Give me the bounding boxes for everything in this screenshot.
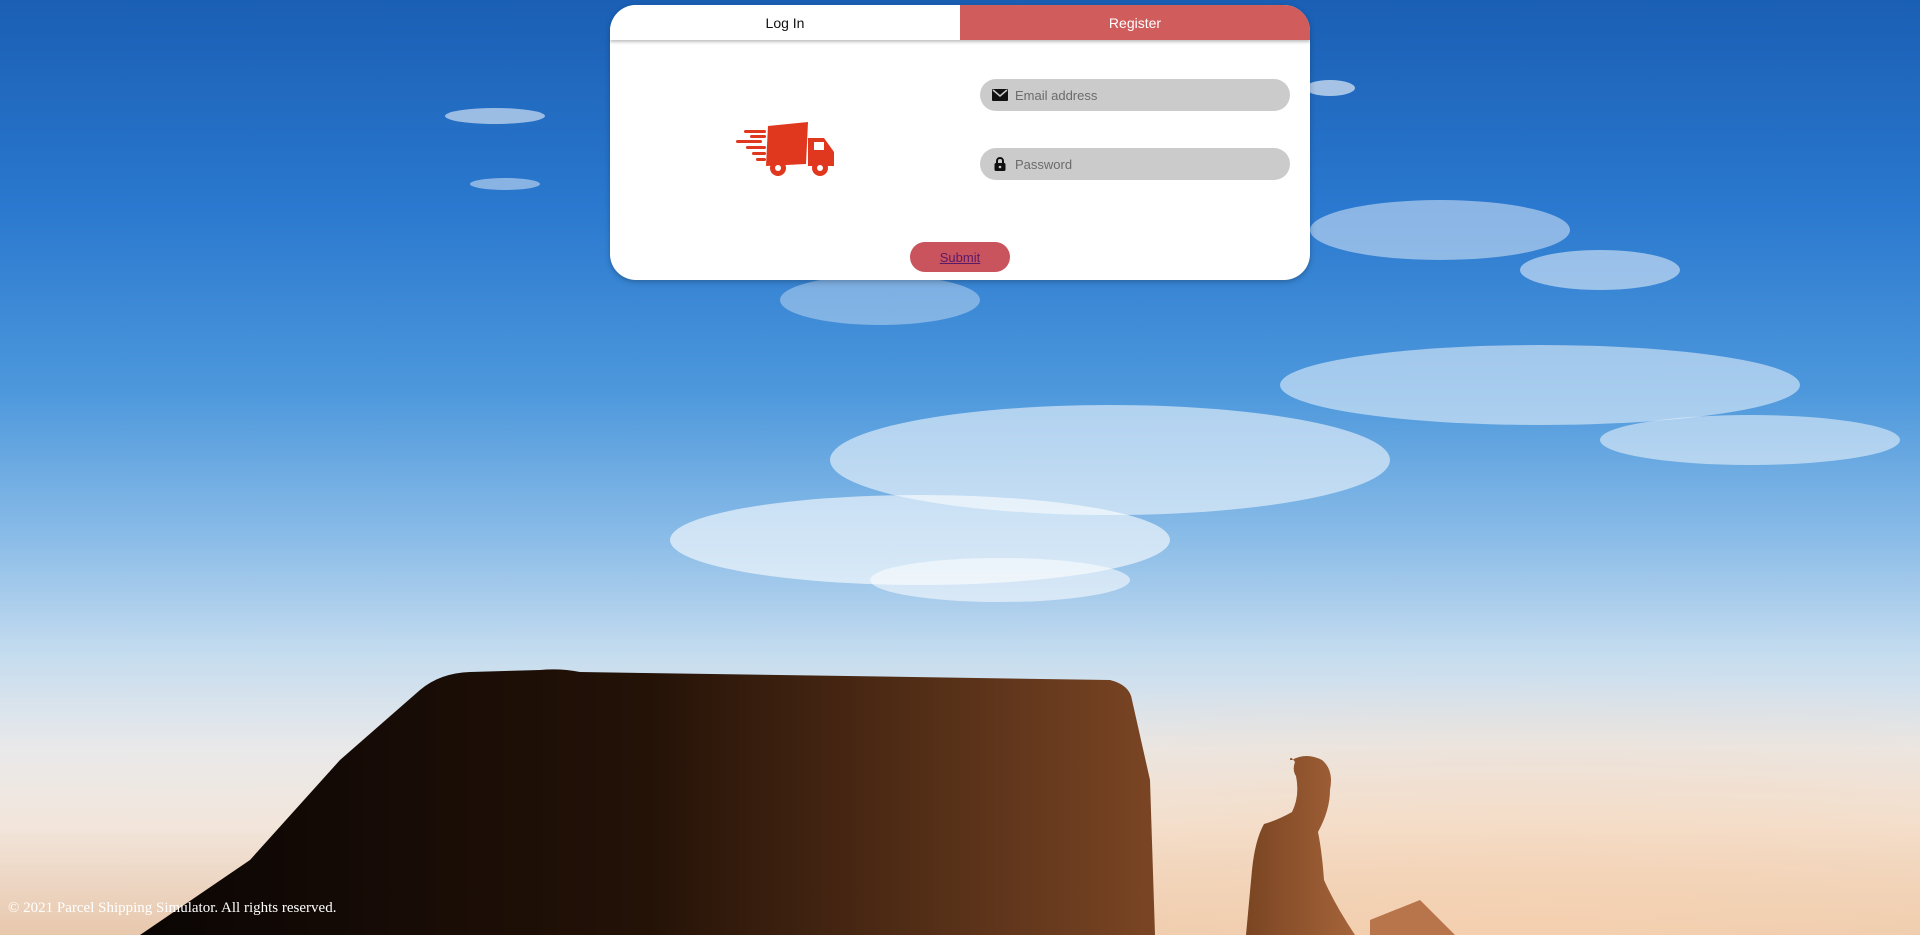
delivery-truck-icon [736,122,834,176]
envelope-icon [992,87,1008,103]
password-field[interactable] [980,148,1290,180]
submit-button[interactable]: Submit [910,242,1010,272]
auth-tabs: Log In Register [610,5,1310,40]
email-field[interactable] [980,79,1290,111]
tab-register[interactable]: Register [960,5,1310,40]
lock-icon [992,156,1008,172]
email-input[interactable] [1015,87,1275,103]
tab-login[interactable]: Log In [610,5,960,40]
login-card: Log In Register Email address Submit [610,5,1310,280]
copyright-footer: © 2021 Parcel Shipping Simulator. All ri… [8,900,337,916]
password-input[interactable] [1015,156,1275,172]
